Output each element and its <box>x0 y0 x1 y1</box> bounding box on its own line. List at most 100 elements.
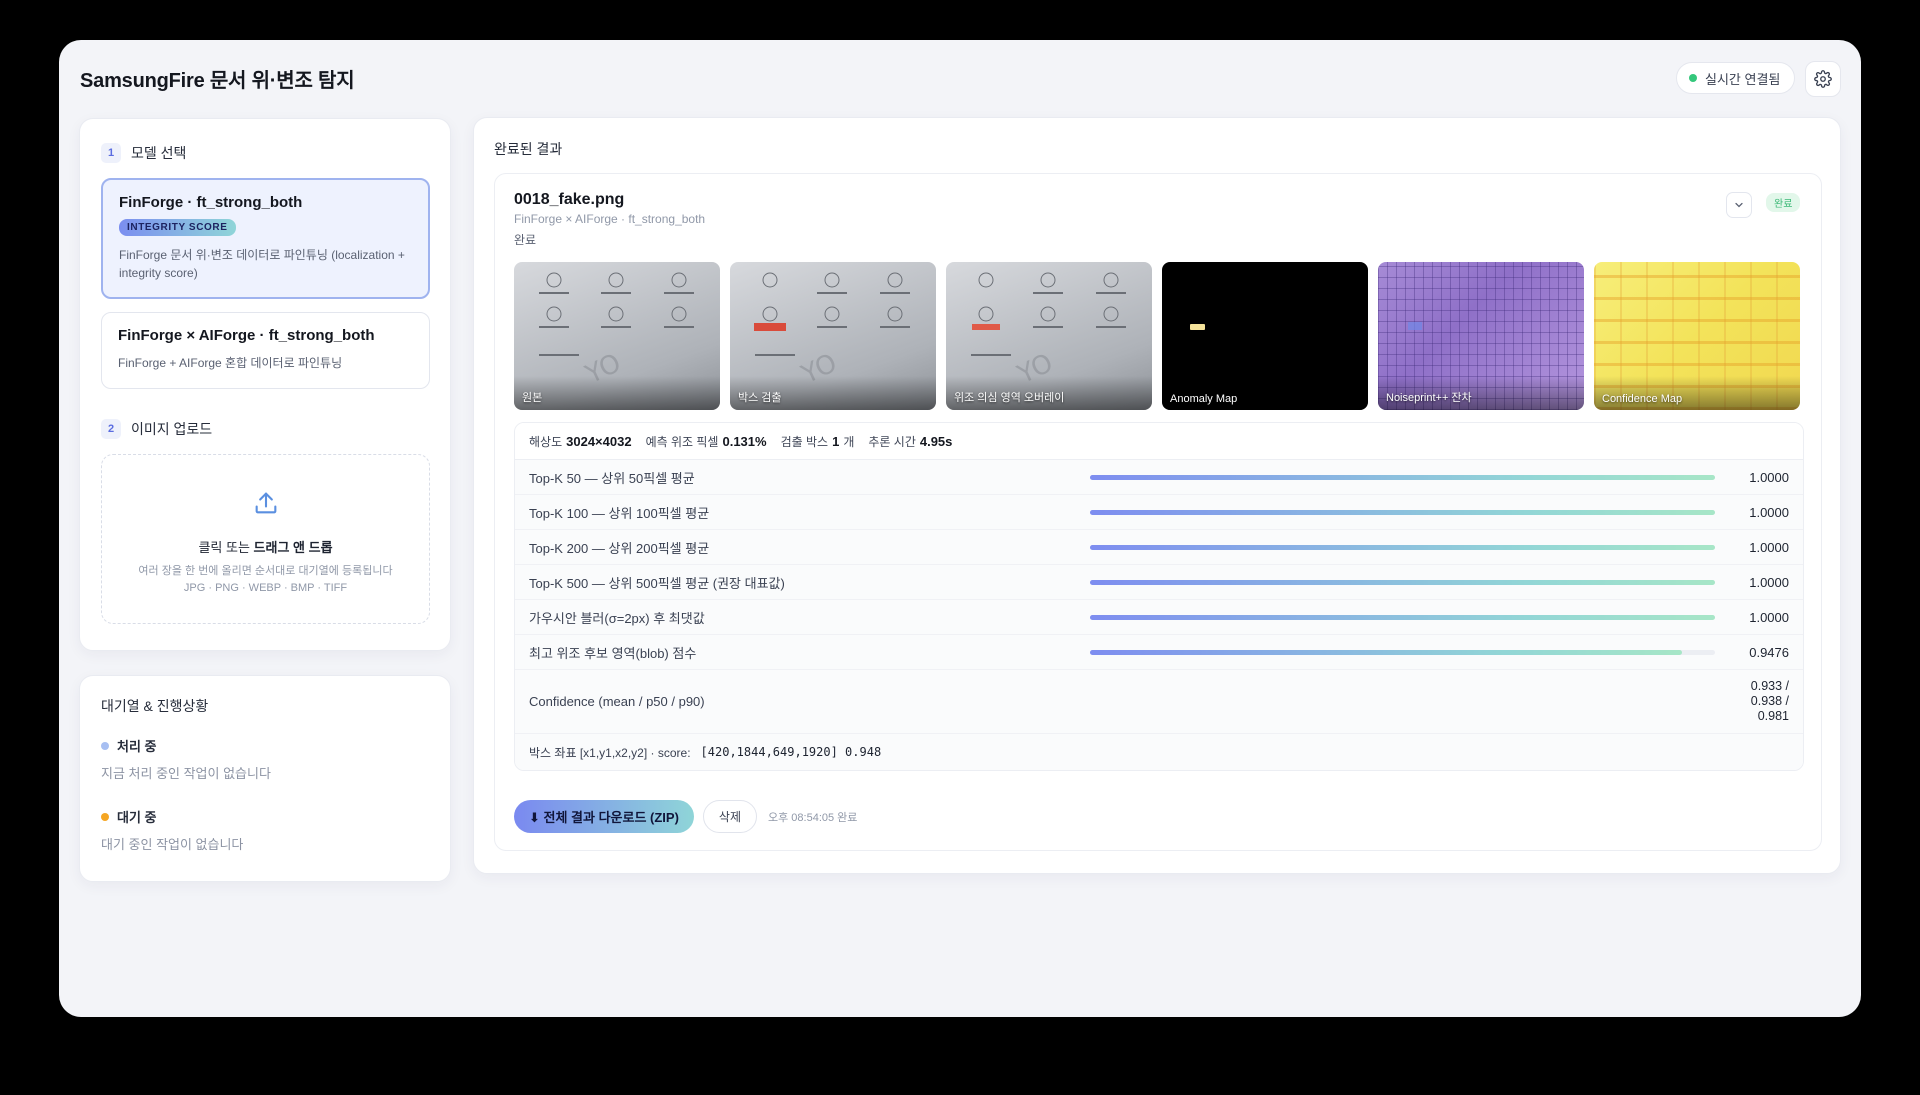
integrity-score-badge: INTEGRITY SCORE <box>119 219 236 236</box>
waiting-dot-icon <box>101 812 109 821</box>
upload-hint: 여러 장을 한 번에 올리면 순서대로 대기열에 등록됩니다 JPG · PNG… <box>102 563 429 597</box>
metric-row: 가우시안 블러(σ=2px) 후 최댓값 1.0000 <box>515 600 1803 635</box>
metric-bar-fill <box>1090 579 1715 585</box>
metric-value: 1.0000 <box>1749 609 1789 625</box>
model-section-title: 모델 선택 <box>131 145 187 161</box>
queue-title: 대기열 & 진행상황 <box>101 698 209 714</box>
processing-dot-icon <box>101 741 109 750</box>
waiting-empty: 대기 중인 작업이 없습니다 <box>101 837 244 852</box>
processing-label-text: 처리 중 <box>117 739 157 754</box>
processing-empty: 지금 처리 중인 작업이 없습니다 <box>101 766 271 781</box>
document-preview: YO <box>539 272 694 391</box>
model-option-finforge-aiforge[interactable]: FinForge × AIForge · ft_strong_both FinF… <box>101 312 430 389</box>
confidence-p90: 0.981 <box>1757 709 1789 723</box>
delete-button[interactable]: 삭제 <box>702 800 757 833</box>
boxes-label: 검출 박스 <box>780 434 829 449</box>
metric-value: 1.0000 <box>1749 504 1789 520</box>
result-actions: ⬇ 전체 결과 다운로드 (ZIP) 삭제 오후 08:54:05 완료 <box>514 800 857 833</box>
results-panel: 완료된 결과 0018_fake.png FinForge × AIForge … <box>473 117 1841 874</box>
confidence-values: 0.933 / 0.938 / 0.981 <box>1751 679 1789 724</box>
inference-time-value: 4.95s <box>919 433 953 449</box>
metric-value: 1.0000 <box>1749 539 1789 555</box>
metrics-table: 해상도 3024×4032 예측 위조 픽셀 0.131% 검출 박스 1 개 … <box>514 422 1804 771</box>
completed-time: 오후 08:54:05 완료 <box>768 811 858 824</box>
metric-bar-fill <box>1090 474 1715 480</box>
model-name: FinForge · ft_strong_both <box>119 194 303 211</box>
model-section-header: 1 모델 선택 <box>101 143 186 163</box>
status-dot-icon <box>1689 74 1697 82</box>
metric-row: Top-K 100 — 상위 100픽셀 평균 1.0000 <box>515 495 1803 530</box>
settings-button[interactable] <box>1805 61 1841 97</box>
metric-label: Top-K 200 — 상위 200픽셀 평균 <box>529 540 710 556</box>
metric-bar <box>1090 649 1715 655</box>
thumb-label: Anomaly Map <box>1170 393 1238 405</box>
model-description: FinForge 문서 위·변조 데이터로 파인튜닝 (localization… <box>119 248 405 280</box>
thumb-box-detection[interactable]: YO 박스 검출 <box>730 262 936 410</box>
file-model: FinForge × AIForge · ft_strong_both <box>514 212 706 226</box>
collapse-button[interactable] <box>1726 192 1752 218</box>
model-description: FinForge + AIForge 혼합 데이터로 파인튜닝 <box>118 356 343 370</box>
download-zip-button[interactable]: ⬇ 전체 결과 다운로드 (ZIP) <box>514 800 694 833</box>
queue-panel: 대기열 & 진행상황 처리 중 지금 처리 중인 작업이 없습니다 대기 중 대… <box>79 675 451 882</box>
results-title: 완료된 결과 <box>494 141 563 157</box>
metric-bar <box>1090 474 1715 480</box>
processing-label: 처리 중 <box>101 736 157 755</box>
result-item: 0018_fake.png FinForge × AIForge · ft_st… <box>494 173 1822 851</box>
upload-dropzone[interactable]: 클릭 또는 드래그 앤 드롭 여러 장을 한 번에 올리면 순서대로 대기열에 … <box>101 454 430 624</box>
resolution-label: 해상도 <box>529 434 563 449</box>
thumb-anomaly-map[interactable]: Anomaly Map <box>1162 262 1368 410</box>
model-option-finforge[interactable]: FinForge · ft_strong_both INTEGRITY SCOR… <box>101 178 430 299</box>
thumb-noiseprint[interactable]: Noiseprint++ 잔차 <box>1378 262 1584 410</box>
metric-label: 최고 위조 후보 영역(blob) 점수 <box>529 645 697 661</box>
status-badge: 완료 <box>1766 193 1801 212</box>
svg-text:YO: YO <box>796 348 841 390</box>
app-window: SamsungFire 문서 위·변조 탐지 실시간 연결됨 1 모델 선택 F… <box>59 40 1861 1017</box>
metric-value: 1.0000 <box>1749 574 1789 590</box>
metric-bar <box>1090 544 1715 550</box>
metric-row: Top-K 200 — 상위 200픽셀 평균 1.0000 <box>515 530 1803 565</box>
metric-bar <box>1090 614 1715 620</box>
connection-status: 실시간 연결됨 <box>1676 62 1796 94</box>
chevron-down-icon <box>1735 202 1743 208</box>
model-name: FinForge × AIForge · ft_strong_both <box>118 327 375 344</box>
svg-text:YO: YO <box>1012 348 1057 390</box>
metric-bar-fill <box>1090 614 1715 620</box>
model-upload-panel: 1 모델 선택 FinForge · ft_strong_both INTEGR… <box>79 118 451 651</box>
upload-icon <box>255 492 277 514</box>
metric-bar <box>1090 509 1715 515</box>
file-status: 완료 <box>514 233 537 247</box>
waiting-label-text: 대기 중 <box>117 810 157 825</box>
thumb-confidence-map[interactable]: Confidence Map <box>1594 262 1800 410</box>
connection-status-text: 실시간 연결됨 <box>1705 71 1781 87</box>
metric-row: Top-K 50 — 상위 50픽셀 평균 1.0000 <box>515 460 1803 495</box>
boxes-value: 1 <box>832 433 840 449</box>
thumb-label: Confidence Map <box>1602 393 1683 405</box>
upload-section-header: 2 이미지 업로드 <box>101 419 212 439</box>
step-number: 1 <box>101 143 121 163</box>
confidence-mean: 0.933 / <box>1750 679 1789 693</box>
document-preview: YO <box>971 272 1126 391</box>
confidence-label: Confidence (mean / p50 / p90) <box>529 694 705 709</box>
metric-label: Top-K 500 — 상위 500픽셀 평균 (권장 대표값) <box>529 575 785 591</box>
thumb-overlay[interactable]: YO 위조 의심 영역 오버레이 <box>946 262 1152 410</box>
inference-time-label: 추론 시간 <box>868 434 916 449</box>
metric-value: 1.0000 <box>1749 469 1789 485</box>
file-name: 0018_fake.png <box>514 191 625 208</box>
gear-icon <box>1814 70 1832 88</box>
confidence-row: Confidence (mean / p50 / p90) 0.933 / 0.… <box>515 670 1803 734</box>
forged-pixels-label: 예측 위조 픽셀 <box>645 434 719 449</box>
metric-row: Top-K 500 — 상위 500픽셀 평균 (권장 대표값) 1.0000 <box>515 565 1803 600</box>
resolution-value: 3024×4032 <box>566 433 632 449</box>
document-preview: YO <box>754 272 910 391</box>
boxes-unit: 개 <box>843 434 855 449</box>
svg-text:YO: YO <box>580 348 625 390</box>
metric-bar-fill <box>1090 544 1715 550</box>
metric-bar <box>1090 579 1715 585</box>
thumb-label: 위조 의심 영역 오버레이 <box>954 392 1065 404</box>
box-coords-row: 박스 좌표 [x1,y1,x2,y2] · score: [420,1844,6… <box>515 734 1803 770</box>
metric-row: 최고 위조 후보 영역(blob) 점수 0.9476 <box>515 635 1803 670</box>
metric-label: Top-K 50 — 상위 50픽셀 평균 <box>529 470 695 486</box>
result-thumbnails: YO 원본 YO 박스 검출 YO 위조 의심 영역 오버레이 Anomaly … <box>514 262 1800 410</box>
thumb-original[interactable]: YO 원본 <box>514 262 720 410</box>
noise-hotspot <box>1408 322 1422 330</box>
